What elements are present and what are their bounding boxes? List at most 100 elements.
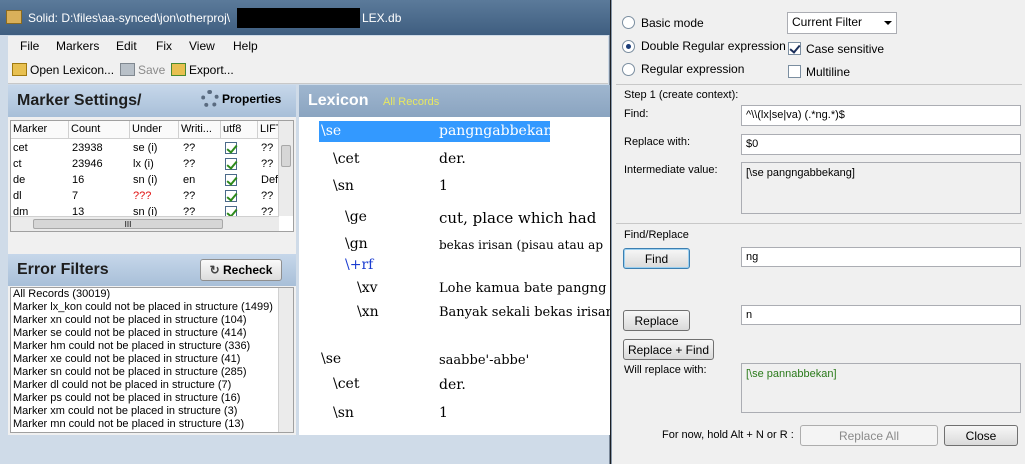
- title-bar[interactable]: Solid: D:\files\aa-synced\jon\otherproj\…: [0, 0, 610, 35]
- list-item[interactable]: Marker xn could not be placed in structu…: [11, 314, 293, 327]
- cell-writing: ??: [183, 142, 196, 154]
- lex-marker[interactable]: \se: [321, 123, 341, 139]
- find-regex-input[interactable]: ^\\(lx|se|va) (.*ng.*)$: [741, 105, 1021, 126]
- list-item[interactable]: Marker mn could not be placed in structu…: [11, 418, 293, 431]
- open-lexicon-button[interactable]: Open Lexicon...: [12, 63, 114, 77]
- marker-grid[interactable]: Marker Count Under Writi... utf8 LIFT ce…: [10, 120, 294, 232]
- col-marker[interactable]: Marker: [11, 121, 69, 139]
- left-pane: Marker Settings/ Properties Marker Count…: [8, 85, 296, 435]
- utf8-checkbox[interactable]: [225, 190, 237, 202]
- col-utf8[interactable]: utf8: [221, 121, 258, 139]
- lex-value[interactable]: 1: [439, 405, 448, 421]
- utf8-checkbox[interactable]: [225, 174, 237, 186]
- solid-main-window: Solid: D:\files\aa-synced\jon\otherproj\…: [0, 0, 610, 464]
- lex-value[interactable]: 1: [439, 178, 448, 194]
- list-item[interactable]: Marker sn could not be placed in structu…: [11, 366, 293, 379]
- col-count[interactable]: Count: [69, 121, 130, 139]
- error-filters-header: Error Filters ↻ Recheck: [8, 254, 296, 286]
- case-sensitive-checkbox[interactable]: [788, 42, 801, 55]
- menu-markers[interactable]: Markers: [56, 39, 99, 53]
- col-lift[interactable]: LIFT: [258, 121, 280, 139]
- mode-regex-label[interactable]: Regular expression: [641, 62, 744, 76]
- menu-file[interactable]: File: [20, 39, 39, 53]
- list-item[interactable]: Marker xm could not be placed in structu…: [11, 405, 293, 418]
- lex-marker[interactable]: \sn: [333, 178, 354, 194]
- lex-value[interactable]: pangngabbekang: [439, 123, 562, 139]
- close-button[interactable]: Close: [944, 425, 1018, 446]
- lex-value[interactable]: cut, place which had: [439, 209, 596, 227]
- scroll-thumb[interactable]: III: [33, 219, 223, 229]
- table-row[interactable]: de 16 sn (i) en Def: [11, 172, 279, 188]
- lex-marker-rf[interactable]: \+rf: [345, 257, 373, 273]
- find-text-input[interactable]: ng: [741, 247, 1021, 267]
- save-icon: [120, 63, 135, 76]
- multiline-checkbox[interactable]: [788, 65, 801, 78]
- menu-help[interactable]: Help: [233, 39, 258, 53]
- grid-vertical-scrollbar[interactable]: [278, 121, 293, 216]
- scroll-thumb[interactable]: [281, 145, 291, 167]
- find-replace-dialog: Basic mode Double Regular expression Reg…: [611, 0, 1025, 464]
- list-item[interactable]: Marker lx_kon could not be placed in str…: [11, 301, 293, 314]
- lex-value[interactable]: der.: [439, 151, 466, 167]
- list-item[interactable]: Marker ps could not be placed in structu…: [11, 392, 293, 405]
- replace-with-label: Replace with:: [624, 136, 691, 148]
- lex-marker[interactable]: \cet: [333, 376, 359, 392]
- open-label: Open Lexicon...: [30, 63, 115, 77]
- lex-marker[interactable]: \cet: [333, 151, 359, 167]
- cell-under: se (i): [133, 142, 158, 154]
- save-button[interactable]: Save: [120, 63, 165, 77]
- replace-with-input[interactable]: $0: [741, 134, 1021, 155]
- will-replace-label: Will replace with:: [624, 364, 707, 376]
- export-button[interactable]: Export...: [171, 63, 234, 77]
- redacted-block: [237, 8, 360, 28]
- lex-value[interactable]: bekas irisan (pisau atau ap: [439, 238, 603, 252]
- lex-marker[interactable]: \se: [321, 351, 341, 367]
- list-item[interactable]: Marker dl could not be placed in structu…: [11, 379, 293, 392]
- menu-fix[interactable]: Fix: [156, 39, 172, 53]
- list-scrollbar[interactable]: [278, 288, 293, 432]
- folder-icon: [12, 63, 27, 76]
- list-item[interactable]: Marker xe could not be placed in structu…: [11, 353, 293, 366]
- mode-double-regex-radio[interactable]: [622, 40, 635, 53]
- lex-marker[interactable]: \gn: [345, 236, 368, 252]
- replace-find-button[interactable]: Replace + Find: [623, 339, 714, 360]
- properties-label: Properties: [222, 92, 282, 106]
- list-item[interactable]: Marker hm could not be placed in structu…: [11, 340, 293, 353]
- table-row[interactable]: cet 23938 se (i) ?? ??: [11, 140, 279, 156]
- table-row[interactable]: dl 7 ??? ?? ??: [11, 188, 279, 204]
- table-row[interactable]: ct 23946 lx (i) ?? ??: [11, 156, 279, 172]
- case-sensitive-label[interactable]: Case sensitive: [806, 42, 884, 56]
- lex-marker[interactable]: \sn: [333, 405, 354, 421]
- find-button[interactable]: Find: [623, 248, 690, 269]
- replace-all-button[interactable]: Replace All: [800, 425, 938, 446]
- properties-button[interactable]: Properties: [201, 90, 281, 108]
- lex-value[interactable]: der.: [439, 377, 466, 393]
- col-writing[interactable]: Writi...: [179, 121, 221, 139]
- list-item[interactable]: All Records (30019): [11, 288, 293, 301]
- grid-horizontal-scrollbar[interactable]: III: [11, 216, 279, 231]
- recheck-button[interactable]: ↻ Recheck: [200, 259, 282, 281]
- multiline-label[interactable]: Multiline: [806, 65, 850, 79]
- mode-basic-radio[interactable]: [622, 16, 635, 29]
- mode-double-regex-label[interactable]: Double Regular expression: [641, 39, 786, 53]
- utf8-checkbox[interactable]: [225, 142, 237, 154]
- utf8-checkbox[interactable]: [225, 158, 237, 170]
- mode-regex-radio[interactable]: [622, 63, 635, 76]
- lex-marker[interactable]: \xv: [357, 280, 378, 296]
- scope-select[interactable]: Current Filter: [787, 12, 897, 34]
- replace-text-input[interactable]: n: [741, 305, 1021, 325]
- mode-basic-label[interactable]: Basic mode: [641, 16, 704, 30]
- list-item[interactable]: Marker se could not be placed in structu…: [11, 327, 293, 340]
- lex-value[interactable]: saabbe'-abbe': [439, 353, 529, 368]
- col-under[interactable]: Under: [130, 121, 179, 139]
- lex-marker[interactable]: \xn: [357, 304, 379, 320]
- divider: [616, 84, 1022, 85]
- save-label: Save: [138, 63, 166, 77]
- menu-view[interactable]: View: [189, 39, 215, 53]
- lex-marker[interactable]: \ge: [345, 209, 367, 225]
- error-filter-list[interactable]: All Records (30019) Marker lx_kon could …: [10, 287, 294, 433]
- menu-edit[interactable]: Edit: [116, 39, 137, 53]
- lex-value[interactable]: Lohe kamua bate pangng: [439, 281, 606, 296]
- replace-button[interactable]: Replace: [623, 310, 690, 331]
- lex-value[interactable]: Banyak sekali bekas irisan: [439, 305, 610, 320]
